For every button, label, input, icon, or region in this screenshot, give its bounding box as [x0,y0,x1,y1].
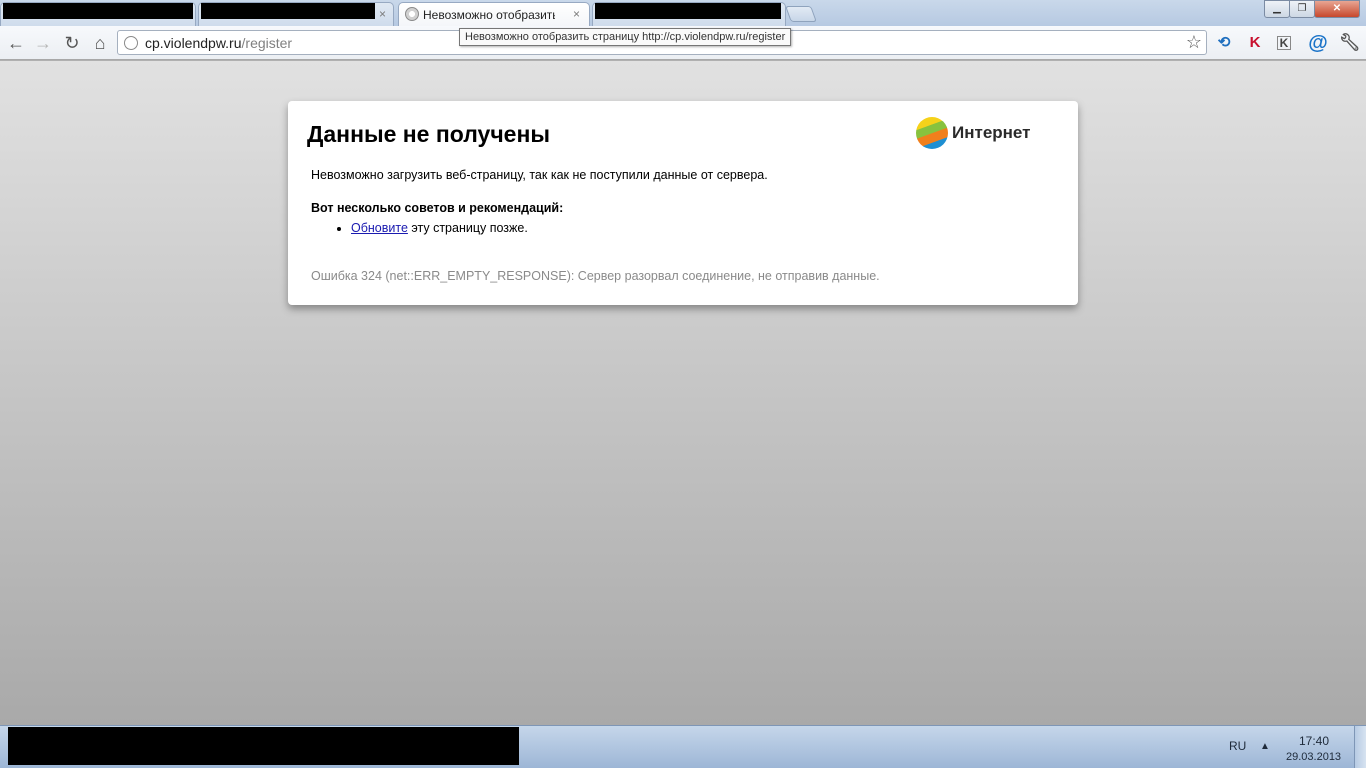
maximize-icon[interactable]: ❐ [1289,0,1315,18]
tips-heading: Вот несколько советов и рекомендаций: [311,201,564,215]
globe-icon [405,7,419,21]
reload-icon[interactable]: ↻ [61,32,83,54]
redacted-tab-title [595,3,781,19]
url-path: /register [241,35,293,51]
tab-4[interactable] [592,2,786,26]
internet-logo-icon [916,117,948,149]
tab-strip: × Невозможно отобразить с × ▁ ❐ ✕ [0,0,1366,26]
page-content: Данные не получены Интернет Невозможно з… [0,61,1366,725]
clock-date[interactable]: 29.03.2013 [1286,751,1341,763]
tab-close-icon[interactable]: × [379,7,386,21]
tab-active[interactable]: Невозможно отобразить с × [398,2,590,26]
show-desktop-button[interactable] [1354,726,1366,768]
url-text[interactable]: cp.violendpw.ru/register [145,35,292,51]
tab-close-icon[interactable]: × [573,7,580,21]
star-icon[interactable]: ☆ [1186,32,1202,53]
k-extension-icon[interactable]: K [1277,36,1291,50]
minimize-icon[interactable]: ▁ [1264,0,1290,18]
window-close-icon[interactable]: ✕ [1314,0,1360,18]
tab-tooltip: Невозможно отобразить страницу http://cp… [459,28,792,46]
window-controls: ▁ ❐ ✕ [1264,0,1360,18]
sync-extension-icon[interactable]: ⟲ [1214,33,1234,53]
tab-2[interactable]: × [198,2,394,26]
back-icon[interactable]: ← [5,32,27,54]
reload-link[interactable]: Обновите [351,221,408,235]
brand-logo: Интернет [916,117,1030,149]
error-message: Невозможно загрузить веб-страницу, так к… [311,168,768,182]
wrench-icon[interactable]: 🔧︎ [1339,33,1361,53]
tab-title: Невозможно отобразить с [423,8,555,22]
tips-list: Обновите эту страницу позже. [336,221,528,235]
redacted-tab-title [201,3,375,19]
home-icon[interactable]: ⌂ [89,32,111,54]
error-code: Ошибка 324 (net::ERR_EMPTY_RESPONSE): Се… [311,269,880,283]
new-tab-button[interactable] [785,6,817,22]
redacted-taskbar-items [8,727,519,765]
tray-expand-icon[interactable]: ▲ [1260,741,1270,752]
tip-text: эту страницу позже. [407,221,528,235]
mail-at-icon[interactable]: @ [1308,33,1328,53]
clock-time[interactable]: 17:40 [1299,734,1329,748]
taskbar: RU ▲ 17:40 29.03.2013 [0,725,1366,768]
language-indicator[interactable]: RU [1229,739,1246,753]
error-card: Данные не получены Интернет Невозможно з… [288,101,1078,305]
forward-icon[interactable]: → [32,32,54,54]
redacted-tab-title [3,3,193,19]
list-item: Обновите эту страницу позже. [351,221,528,235]
globe-icon [124,36,138,50]
kaspersky-icon[interactable]: K [1245,33,1265,53]
error-title: Данные не получены [307,121,551,147]
brand-name: Интернет [952,123,1031,142]
tab-1[interactable] [0,2,196,26]
url-host: cp.violendpw.ru [145,35,242,51]
